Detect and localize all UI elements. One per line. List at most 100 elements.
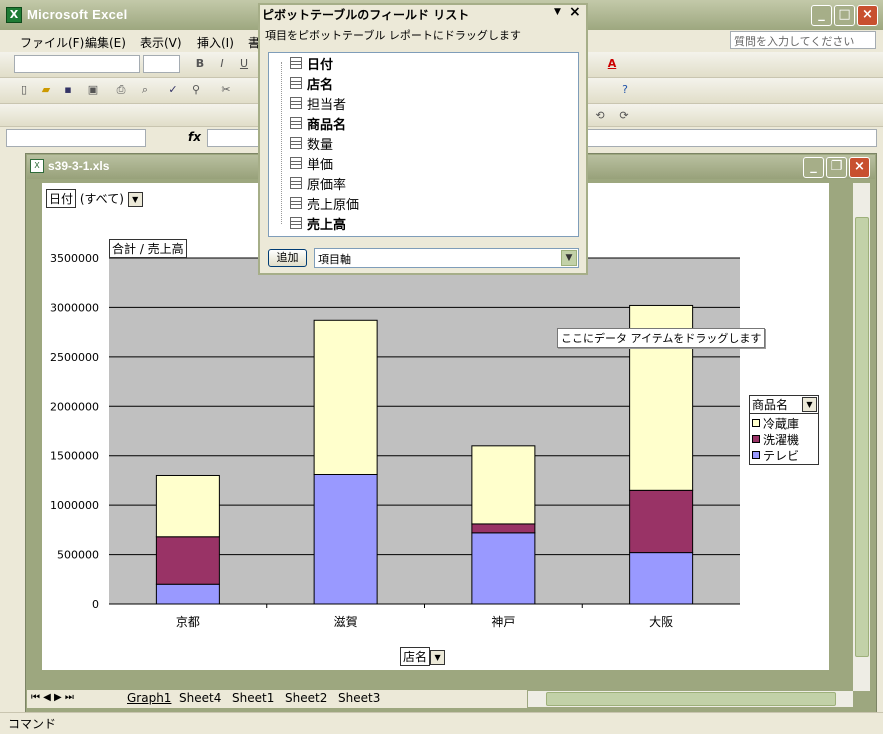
vertical-scroll-thumb[interactable]: [855, 217, 869, 657]
bar-segment[interactable]: [155, 536, 220, 585]
page-field-dropdown[interactable]: ▼: [127, 192, 143, 207]
sheet-tab-sheet3[interactable]: Sheet3: [338, 691, 380, 705]
bar-segment[interactable]: [629, 489, 694, 554]
chart-tool2-icon[interactable]: ⟳: [616, 108, 632, 124]
pivot-field-item[interactable]: 売上原価: [290, 193, 359, 213]
pivot-panel-title: ピボットテーブルのフィールド リスト: [262, 8, 470, 22]
menu-insert[interactable]: 挿入(I): [197, 34, 234, 51]
bar-segment[interactable]: [471, 532, 536, 605]
legend-item: 冷蔵庫: [752, 415, 816, 431]
bar-segment[interactable]: [471, 523, 536, 534]
sheet-tab-sheet1[interactable]: Sheet1: [232, 691, 274, 705]
bar-segment[interactable]: [313, 473, 378, 605]
pivot-field-item[interactable]: 店名: [290, 73, 333, 93]
field-icon: [290, 137, 302, 149]
area-select[interactable]: 項目軸 ▼: [314, 248, 579, 268]
legend-swatch: [752, 451, 760, 459]
pivot-field-label: 日付: [307, 57, 334, 73]
menu-file[interactable]: ファイル(F): [20, 34, 84, 51]
legend-label: テレビ: [763, 448, 800, 463]
pivot-field-label: 売上原価: [307, 197, 360, 213]
help-icon[interactable]: ?: [617, 82, 633, 98]
x-tick-label: 大阪: [649, 615, 673, 629]
sheet-tabs: ⏮ ◀ ▶ ⏭ Graph1 Sheet4 Sheet1 Sheet2 Shee…: [27, 690, 527, 708]
sheet-tab-sheet2[interactable]: Sheet2: [285, 691, 327, 705]
cut-icon[interactable]: ✂: [218, 82, 234, 98]
pivot-field-item[interactable]: 担当者: [290, 93, 346, 113]
print-preview-icon[interactable]: ⌕: [137, 82, 153, 98]
x-tick-label: 京都: [176, 615, 200, 629]
legend-item: テレビ: [752, 447, 816, 463]
sheet-tab-graph1[interactable]: Graph1: [127, 691, 171, 705]
legend-swatch: [752, 419, 760, 427]
sheet-tab-sheet4[interactable]: Sheet4: [179, 691, 221, 705]
open-icon[interactable]: ▰: [38, 82, 54, 98]
fx-icon[interactable]: fx: [188, 130, 201, 144]
y-tick-label: 1500000: [50, 450, 99, 463]
horizontal-scroll-thumb[interactable]: [546, 692, 836, 706]
field-icon: [290, 117, 302, 129]
pivot-panel-subtitle: 項目をピボットテーブル レポートにドラッグします: [265, 29, 521, 42]
data-field-button[interactable]: 合計 / 売上高: [109, 239, 187, 258]
pivot-field-item[interactable]: 原価率: [290, 173, 346, 193]
tab-nav-icon[interactable]: ⏮ ◀ ▶ ⏭: [31, 692, 74, 703]
bar-segment[interactable]: [155, 583, 220, 605]
font-color-icon[interactable]: A: [604, 56, 620, 72]
add-button[interactable]: 追加: [268, 249, 307, 267]
pivot-field-item[interactable]: 単価: [290, 153, 333, 173]
maximize-button[interactable]: □: [834, 5, 855, 26]
legend-field-dropdown[interactable]: ▼: [802, 397, 817, 412]
bold-icon[interactable]: B: [192, 56, 208, 72]
print-icon[interactable]: ⎙: [113, 82, 129, 98]
category-field-dropdown[interactable]: ▼: [430, 650, 446, 665]
save-icon[interactable]: ▪: [60, 82, 76, 98]
category-field: 店名 ▼: [400, 647, 446, 666]
y-tick-label: 1000000: [50, 499, 99, 512]
bar-segment[interactable]: [471, 445, 536, 525]
field-icon: [290, 217, 302, 229]
bar-segment[interactable]: [155, 474, 220, 538]
minimize-button[interactable]: _: [811, 5, 832, 26]
pivot-field-item[interactable]: 商品名: [290, 113, 346, 133]
italic-icon[interactable]: I: [214, 56, 230, 72]
pivot-field-label: 商品名: [307, 117, 347, 133]
chart-tool-icon[interactable]: ⟲: [592, 108, 608, 124]
name-box[interactable]: [6, 129, 146, 147]
pivot-field-item[interactable]: 日付: [290, 53, 333, 73]
wb-minimize-button[interactable]: _: [803, 157, 824, 178]
font-size-combo[interactable]: [143, 55, 180, 73]
y-tick-label: 3500000: [50, 252, 99, 265]
ask-question-input[interactable]: 質問を入力してください: [730, 31, 876, 49]
research-icon[interactable]: ⚲: [188, 82, 204, 98]
spelling-icon[interactable]: ✓: [165, 82, 181, 98]
menu-view[interactable]: 表示(V): [140, 34, 182, 51]
legend-field-button[interactable]: 商品名 ▼: [749, 395, 819, 414]
page-field-button[interactable]: 日付: [46, 189, 77, 208]
field-icon: [290, 157, 302, 169]
permission-icon[interactable]: ▣: [85, 82, 101, 98]
area-select-arrow-icon[interactable]: ▼: [561, 250, 577, 266]
bar-segment[interactable]: [629, 552, 694, 605]
panel-menu-icon[interactable]: ▼: [554, 7, 561, 17]
wb-close-button[interactable]: ×: [849, 157, 870, 178]
close-button[interactable]: ×: [857, 5, 878, 26]
underline-icon[interactable]: U: [236, 56, 252, 72]
font-combo[interactable]: [14, 55, 140, 73]
category-field-button[interactable]: 店名: [400, 647, 431, 666]
field-icon: [290, 77, 302, 89]
excel-icon[interactable]: X: [6, 7, 22, 23]
status-bar: [0, 712, 883, 734]
workbook-title: s39-3-1.xls: [48, 159, 110, 173]
app-title: Microsoft Excel: [27, 7, 128, 22]
panel-close-icon[interactable]: ×: [569, 4, 581, 20]
pivot-field-label: 原価率: [307, 177, 347, 193]
field-icon: [290, 197, 302, 209]
menu-edit[interactable]: 編集(E): [85, 34, 126, 51]
new-icon[interactable]: ▯: [16, 82, 32, 98]
wb-restore-button[interactable]: ❐: [826, 157, 847, 178]
bar-segment[interactable]: [313, 319, 378, 475]
pivot-field-item[interactable]: 数量: [290, 133, 333, 153]
pivot-field-item[interactable]: 売上高: [290, 213, 346, 233]
legend-label: 冷蔵庫: [763, 416, 800, 431]
pivot-field-label: 単価: [307, 157, 334, 173]
